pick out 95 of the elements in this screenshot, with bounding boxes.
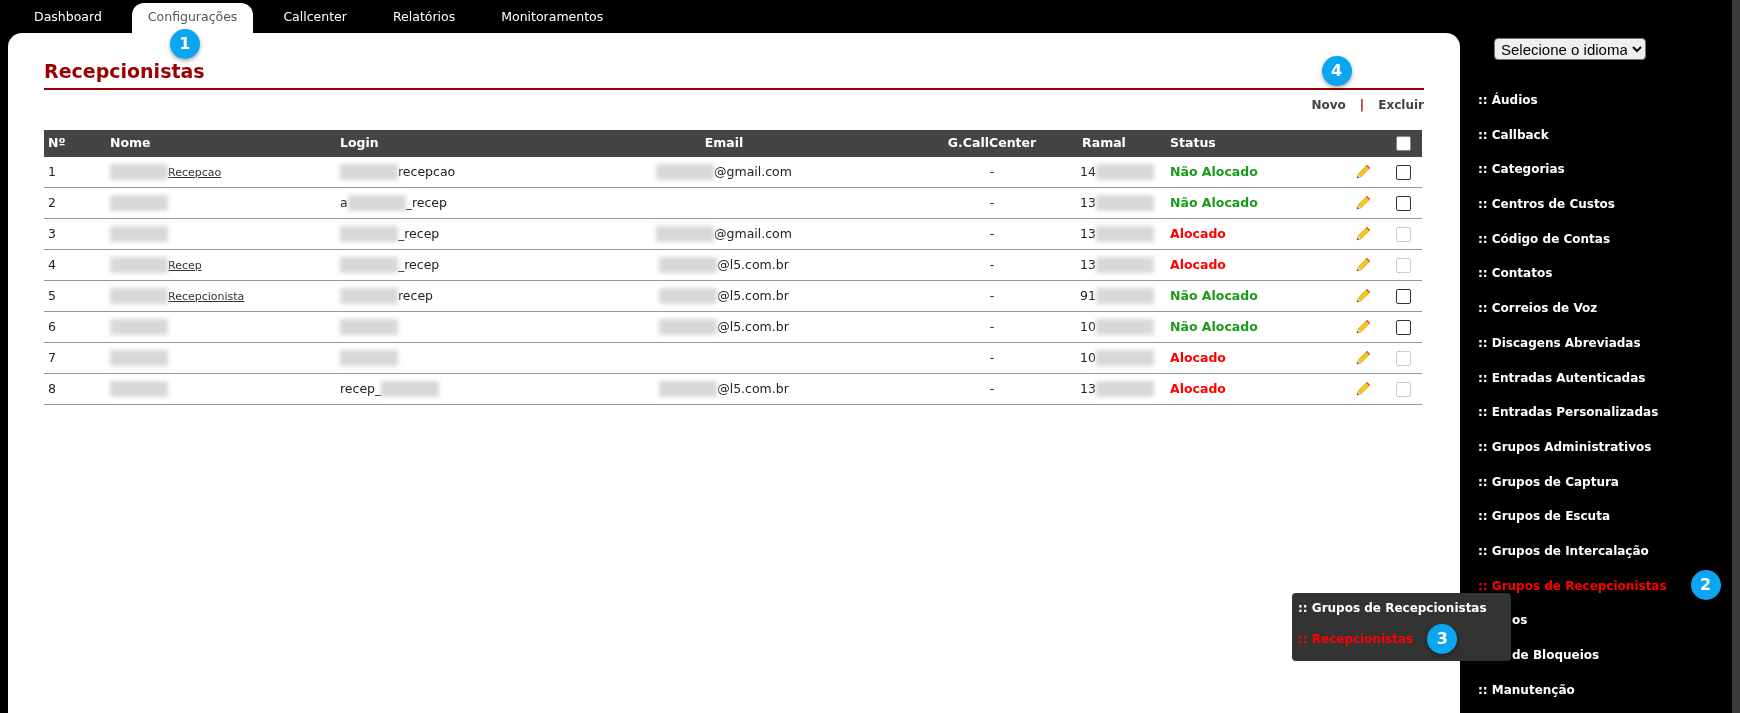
column-header: Ramal xyxy=(1042,129,1166,157)
cell-text: 13 xyxy=(1080,256,1096,272)
tab[interactable]: Monitoramentos xyxy=(485,3,620,33)
column-header: Email xyxy=(506,129,942,157)
cell-text: recep_ xyxy=(340,380,382,396)
sidebar-item[interactable]: :: Entradas Personalizadas xyxy=(1460,402,1659,437)
tab[interactable]: Relatórios xyxy=(376,3,472,33)
sidebar-item[interactable]: os xyxy=(1512,610,1528,645)
pencil-icon[interactable] xyxy=(1354,380,1372,399)
sidebar-item[interactable]: :: Entradas Autenticadas xyxy=(1460,367,1646,403)
status-text: Alocado xyxy=(1170,225,1226,241)
sidebar-item[interactable]: :: Centros de Custos xyxy=(1460,194,1615,229)
column-header: Nº xyxy=(44,129,106,157)
sidebar-item[interactable]: :: Grupos Administrativos xyxy=(1460,436,1652,472)
pencil-icon[interactable] xyxy=(1354,349,1372,368)
row-checkbox[interactable] xyxy=(1396,195,1411,211)
status-text: Alocado xyxy=(1170,256,1226,272)
cell-text: @l5.com.br xyxy=(717,380,789,396)
table-cell: 8 xyxy=(44,373,106,405)
table-cell: - xyxy=(942,342,1042,374)
sidebar-item[interactable]: :: Grupos de Escuta xyxy=(1460,506,1610,541)
cell-text: 13 xyxy=(1080,380,1096,396)
row-checkbox[interactable] xyxy=(1396,288,1411,304)
tab[interactable]: Callcenter xyxy=(267,3,363,33)
sidebar-item[interactable]: :: Contatos xyxy=(1460,263,1553,299)
table-cell: - xyxy=(942,373,1042,405)
table-cell: - xyxy=(942,218,1042,250)
cell-text: _recep xyxy=(398,256,440,272)
cell-text: _recep xyxy=(405,194,447,210)
row-checkbox[interactable] xyxy=(1396,164,1411,180)
cell-text: @gmail.com xyxy=(714,163,792,179)
cell-text: a xyxy=(340,194,348,210)
table-cell: - xyxy=(942,156,1042,188)
cell-text: 13 xyxy=(1080,194,1096,210)
cell-text: 13 xyxy=(1080,225,1096,241)
new-link[interactable]: Novo xyxy=(1311,95,1346,114)
status-text: Alocado xyxy=(1170,349,1226,365)
separator: | xyxy=(1359,96,1365,114)
table-cell: 6 xyxy=(44,311,106,343)
column-header: Status xyxy=(1166,129,1350,157)
sidebar-item[interactable]: :: Callback xyxy=(1460,124,1549,160)
table-cell: 3 xyxy=(44,218,106,250)
cell-text: 91 xyxy=(1080,287,1096,303)
cell-text: 10 xyxy=(1080,318,1096,334)
cell-text: @l5.com.br xyxy=(717,287,789,303)
sidebar-item[interactable]: :: Grupos de Intercalação xyxy=(1460,540,1649,576)
cell-text: @l5.com.br xyxy=(717,256,789,272)
cell-text: 14 xyxy=(1080,163,1096,179)
name-link[interactable]: Recepcao xyxy=(168,165,222,179)
sidebar-item[interactable]: :: Discagens Abreviadas xyxy=(1460,332,1641,368)
status-text: Não Alocado xyxy=(1170,163,1258,179)
status-text: Alocado xyxy=(1170,380,1226,396)
delete-link[interactable]: Excluir xyxy=(1378,95,1424,114)
language-select[interactable]: Selecione o idioma xyxy=(1494,38,1646,60)
table-cell: 5 xyxy=(44,280,106,312)
name-link[interactable]: Recepcionista xyxy=(168,289,245,303)
cell-text: @gmail.com xyxy=(714,225,792,241)
row-checkbox[interactable] xyxy=(1396,319,1411,335)
table-cell: - xyxy=(942,187,1042,219)
callout-badge: 2 xyxy=(1690,569,1721,600)
pencil-icon[interactable] xyxy=(1354,287,1372,306)
table-cell: 1 xyxy=(44,156,106,188)
sidebar-item[interactable]: :: Correios de Voz xyxy=(1460,298,1598,333)
sidebar-item[interactable]: :: Grupos de Captura xyxy=(1460,471,1619,507)
sidebar-item[interactable]: de Bloqueios xyxy=(1512,645,1600,680)
tab[interactable]: Configurações xyxy=(131,3,254,33)
column-header: Nome xyxy=(106,129,336,157)
column-header: Login xyxy=(336,129,506,157)
status-text: Não Alocado xyxy=(1170,287,1258,303)
pencil-icon[interactable] xyxy=(1354,256,1372,275)
page-title: Recepcionistas xyxy=(44,59,205,84)
pencil-icon[interactable] xyxy=(1354,194,1372,213)
pencil-icon[interactable] xyxy=(1354,225,1372,244)
status-text: Não Alocado xyxy=(1170,318,1258,334)
cell-text: recep xyxy=(398,287,434,303)
table-cell: - xyxy=(942,280,1042,312)
tab[interactable]: Dashboard xyxy=(18,3,118,33)
cell-text: @l5.com.br xyxy=(717,318,789,334)
column-header: G.CallCenter xyxy=(942,129,1042,157)
sidebar-item[interactable]: :: Áudios xyxy=(1460,90,1538,125)
table-cell: 4 xyxy=(44,249,106,281)
cell-text: recepcao xyxy=(398,163,456,179)
table-cell: 2 xyxy=(44,187,106,219)
status-text: Não Alocado xyxy=(1170,194,1258,210)
select-all-checkbox[interactable] xyxy=(1396,135,1411,151)
table-cell: 7 xyxy=(44,342,106,374)
sidebar-item[interactable]: :: Categorias xyxy=(1460,159,1565,195)
cell-text: 10 xyxy=(1080,349,1096,365)
pencil-icon[interactable] xyxy=(1354,163,1372,182)
pencil-icon[interactable] xyxy=(1354,318,1372,337)
sidebar-item[interactable]: :: Código de Contas xyxy=(1460,228,1611,264)
cell-text: _recep xyxy=(398,225,440,241)
sidebar-item[interactable]: :: Manutenção xyxy=(1460,679,1575,713)
table-cell: - xyxy=(942,249,1042,281)
table-cell: - xyxy=(942,311,1042,343)
